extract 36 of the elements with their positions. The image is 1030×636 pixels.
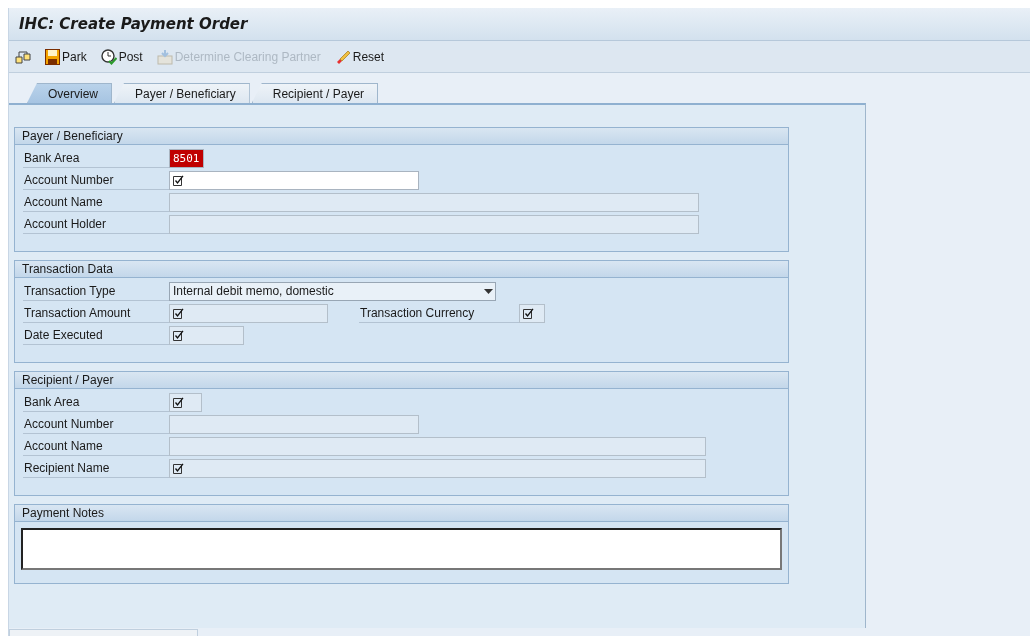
input-field[interactable] [169,392,202,412]
input-field[interactable] [169,303,328,323]
required-check-icon [523,307,534,319]
input-field[interactable] [169,170,419,190]
input-field[interactable] [169,436,706,456]
switch-icon [15,49,31,64]
dropdown-field[interactable]: Internal debit memo, domestic [169,281,496,301]
input-field[interactable]: 8501 [169,148,204,168]
notes-field[interactable] [21,528,782,570]
required-check-icon [173,307,184,319]
input-field[interactable] [169,192,699,212]
tab[interactable]: Recipient / Payer [251,83,379,103]
toolbar-button[interactable]: Post [100,48,143,65]
input-field[interactable] [169,414,419,434]
tab[interactable]: Payer / Beneficiary [114,83,250,103]
toolbar-button[interactable]: Reset [334,48,385,65]
section-title: Recipient / Payer [22,373,114,387]
caret-icon [484,288,493,294]
box-arrow-icon [156,48,173,65]
toolbar-button[interactable]: Park [45,48,87,65]
section-title: Payment Notes [22,506,105,520]
required-check-icon [173,174,184,186]
toolbar-icon-button[interactable] [15,49,31,64]
required-check-icon [173,329,184,341]
window-title: IHC: Create Payment Order [19,15,248,33]
input-field[interactable] [519,303,545,323]
tab[interactable]: Overview [27,83,112,103]
input-field[interactable] [169,458,706,478]
required-check-icon [173,462,184,474]
clock-check-icon [100,48,117,65]
save-icon [45,48,60,65]
input-field[interactable] [169,325,244,345]
section-title: Transaction Data [22,262,113,276]
input-field[interactable] [169,214,699,234]
required-check-icon [173,396,184,408]
section-title: Payer / Beneficiary [22,129,123,143]
